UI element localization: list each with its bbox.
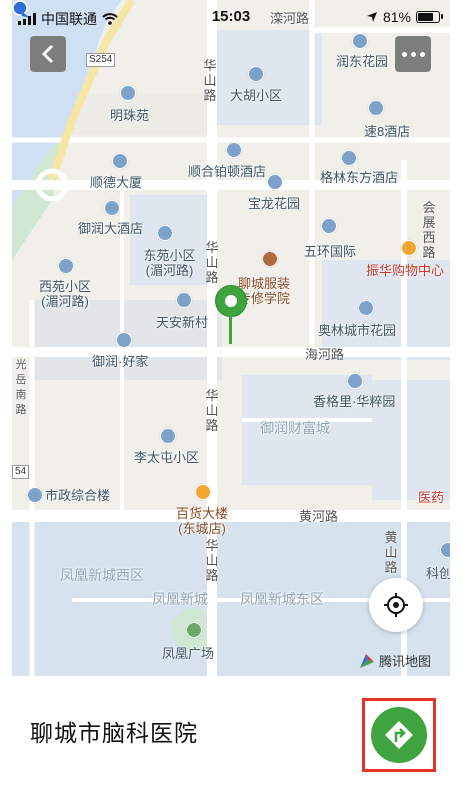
place-label[interactable]: 速8酒店 <box>364 124 410 139</box>
place-marker-icon[interactable] <box>347 373 363 389</box>
street-label: 华山路 <box>205 240 219 285</box>
battery-icon <box>416 11 443 23</box>
street-label: 光岳南路 <box>15 359 27 416</box>
place-label[interactable]: 御润大酒店 <box>78 221 143 236</box>
place-marker-icon[interactable] <box>352 33 368 49</box>
place-label[interactable]: 东苑小区(湄河路) <box>137 248 202 278</box>
street-label: 黄山路 <box>384 530 398 575</box>
place-label[interactable]: 格林东方酒店 <box>320 170 398 185</box>
shopping-marker-icon[interactable] <box>195 484 211 500</box>
more-dots-icon <box>401 51 407 57</box>
place-name: 聊城市脑科医院 <box>30 720 198 746</box>
place-label[interactable]: 香格里·华粹园 <box>313 394 395 409</box>
place-marker-icon[interactable] <box>112 153 128 169</box>
school-marker-icon[interactable] <box>262 251 278 267</box>
place-marker-icon[interactable] <box>248 66 264 82</box>
crosshair-icon <box>384 593 408 617</box>
map-attribution: 腾讯地图 <box>358 651 431 670</box>
location-arrow-icon <box>366 12 377 22</box>
place-marker-icon[interactable] <box>116 332 132 348</box>
locate-button[interactable] <box>369 578 423 632</box>
place-marker-icon[interactable] <box>27 487 43 503</box>
pin-head <box>215 285 247 317</box>
area-label[interactable]: 凤凰新城 <box>152 592 208 607</box>
place-label[interactable]: 振华购物中心 <box>366 263 444 278</box>
hotel-marker-icon[interactable] <box>226 142 242 158</box>
navigation-arrow-icon <box>385 721 413 749</box>
area-label[interactable]: 御润财富城 <box>260 421 330 436</box>
place-label[interactable]: 李太屯小区 <box>134 450 199 465</box>
place-label[interactable]: 大胡小区 <box>230 88 282 103</box>
place-label[interactable]: 顺德大厦 <box>90 175 142 190</box>
place-label[interactable]: 市政综合楼 <box>45 488 110 503</box>
back-button[interactable] <box>30 36 66 72</box>
place-marker-icon[interactable] <box>368 100 384 116</box>
place-marker-icon[interactable] <box>120 85 136 101</box>
place-marker-icon[interactable] <box>358 300 374 316</box>
area-label[interactable]: 凤凰新城东区 <box>240 592 324 607</box>
place-info-panel: 聊城市脑科医院 <box>12 676 450 793</box>
place-label[interactable]: 奥林城市花园 <box>318 323 396 338</box>
street-label: 海河路 <box>305 347 345 362</box>
place-label[interactable]: 御润·好家 <box>92 354 148 369</box>
park-marker-icon[interactable] <box>186 622 202 638</box>
place-label[interactable]: 凤凰广场 <box>162 646 214 661</box>
destination-pin-icon[interactable] <box>215 285 247 347</box>
place-label[interactable]: 宝龙花园 <box>248 196 300 211</box>
map-view[interactable]: 滦河路 华山路 华山路 华山路 华山路 海河路 黄河路 会展西路 黄山路 光岳南… <box>12 0 450 676</box>
attribution-text: 腾讯地图 <box>379 654 432 669</box>
place-label[interactable]: 西苑小区(湄河路) <box>34 279 96 309</box>
place-label[interactable]: 五环国际 <box>304 244 356 259</box>
battery-percent: 81% <box>382 9 411 25</box>
navigate-button[interactable] <box>362 698 436 772</box>
place-label[interactable]: 科创 <box>426 566 450 581</box>
place-label[interactable]: 明珠苑 <box>110 108 149 123</box>
more-button[interactable] <box>395 36 431 72</box>
place-marker-icon[interactable] <box>160 428 176 444</box>
place-label[interactable]: 聊城服装专修学院 <box>238 276 300 306</box>
chevron-left-icon <box>41 44 54 64</box>
street-label: 华山路 <box>205 388 219 433</box>
shopping-marker-icon[interactable] <box>401 240 417 256</box>
place-marker-icon[interactable] <box>267 174 283 190</box>
place-marker-icon[interactable] <box>176 292 192 308</box>
navigate-circle <box>371 707 427 763</box>
place-marker-icon[interactable] <box>157 225 173 241</box>
hotel-marker-icon[interactable] <box>341 150 357 166</box>
pin-stick <box>229 314 232 344</box>
highway-shield: 54 <box>12 465 30 479</box>
place-marker-icon[interactable] <box>104 200 120 216</box>
place-label[interactable]: 顺合铂顿酒店 <box>188 164 266 179</box>
battery-fill <box>418 13 433 21</box>
area-label[interactable]: 凤凰新城西区 <box>60 568 144 583</box>
place-label[interactable]: 润东花园 <box>336 54 388 69</box>
place-label[interactable]: 百货大楼(东城店) <box>172 506 232 536</box>
street-label: 华山路 <box>205 538 219 583</box>
place-label[interactable]: 医药 <box>418 490 444 505</box>
street-label: 华山路 <box>203 58 217 103</box>
map-screen: 滦河路 华山路 华山路 华山路 华山路 海河路 黄河路 会展西路 黄山路 光岳南… <box>12 0 450 793</box>
place-marker-icon[interactable] <box>58 258 74 274</box>
place-marker-icon[interactable] <box>321 218 337 234</box>
street-label: 会展西路 <box>422 200 436 260</box>
status-right: 81% <box>366 9 443 25</box>
status-bar: 中国联通 15:03 81% <box>12 0 450 34</box>
highway-shield: S254 <box>86 53 116 67</box>
tencent-map-logo-icon <box>360 653 374 668</box>
place-marker-icon[interactable] <box>440 542 450 558</box>
place-label[interactable]: 天安新村 <box>156 315 208 330</box>
street-label: 黄河路 <box>299 509 339 524</box>
